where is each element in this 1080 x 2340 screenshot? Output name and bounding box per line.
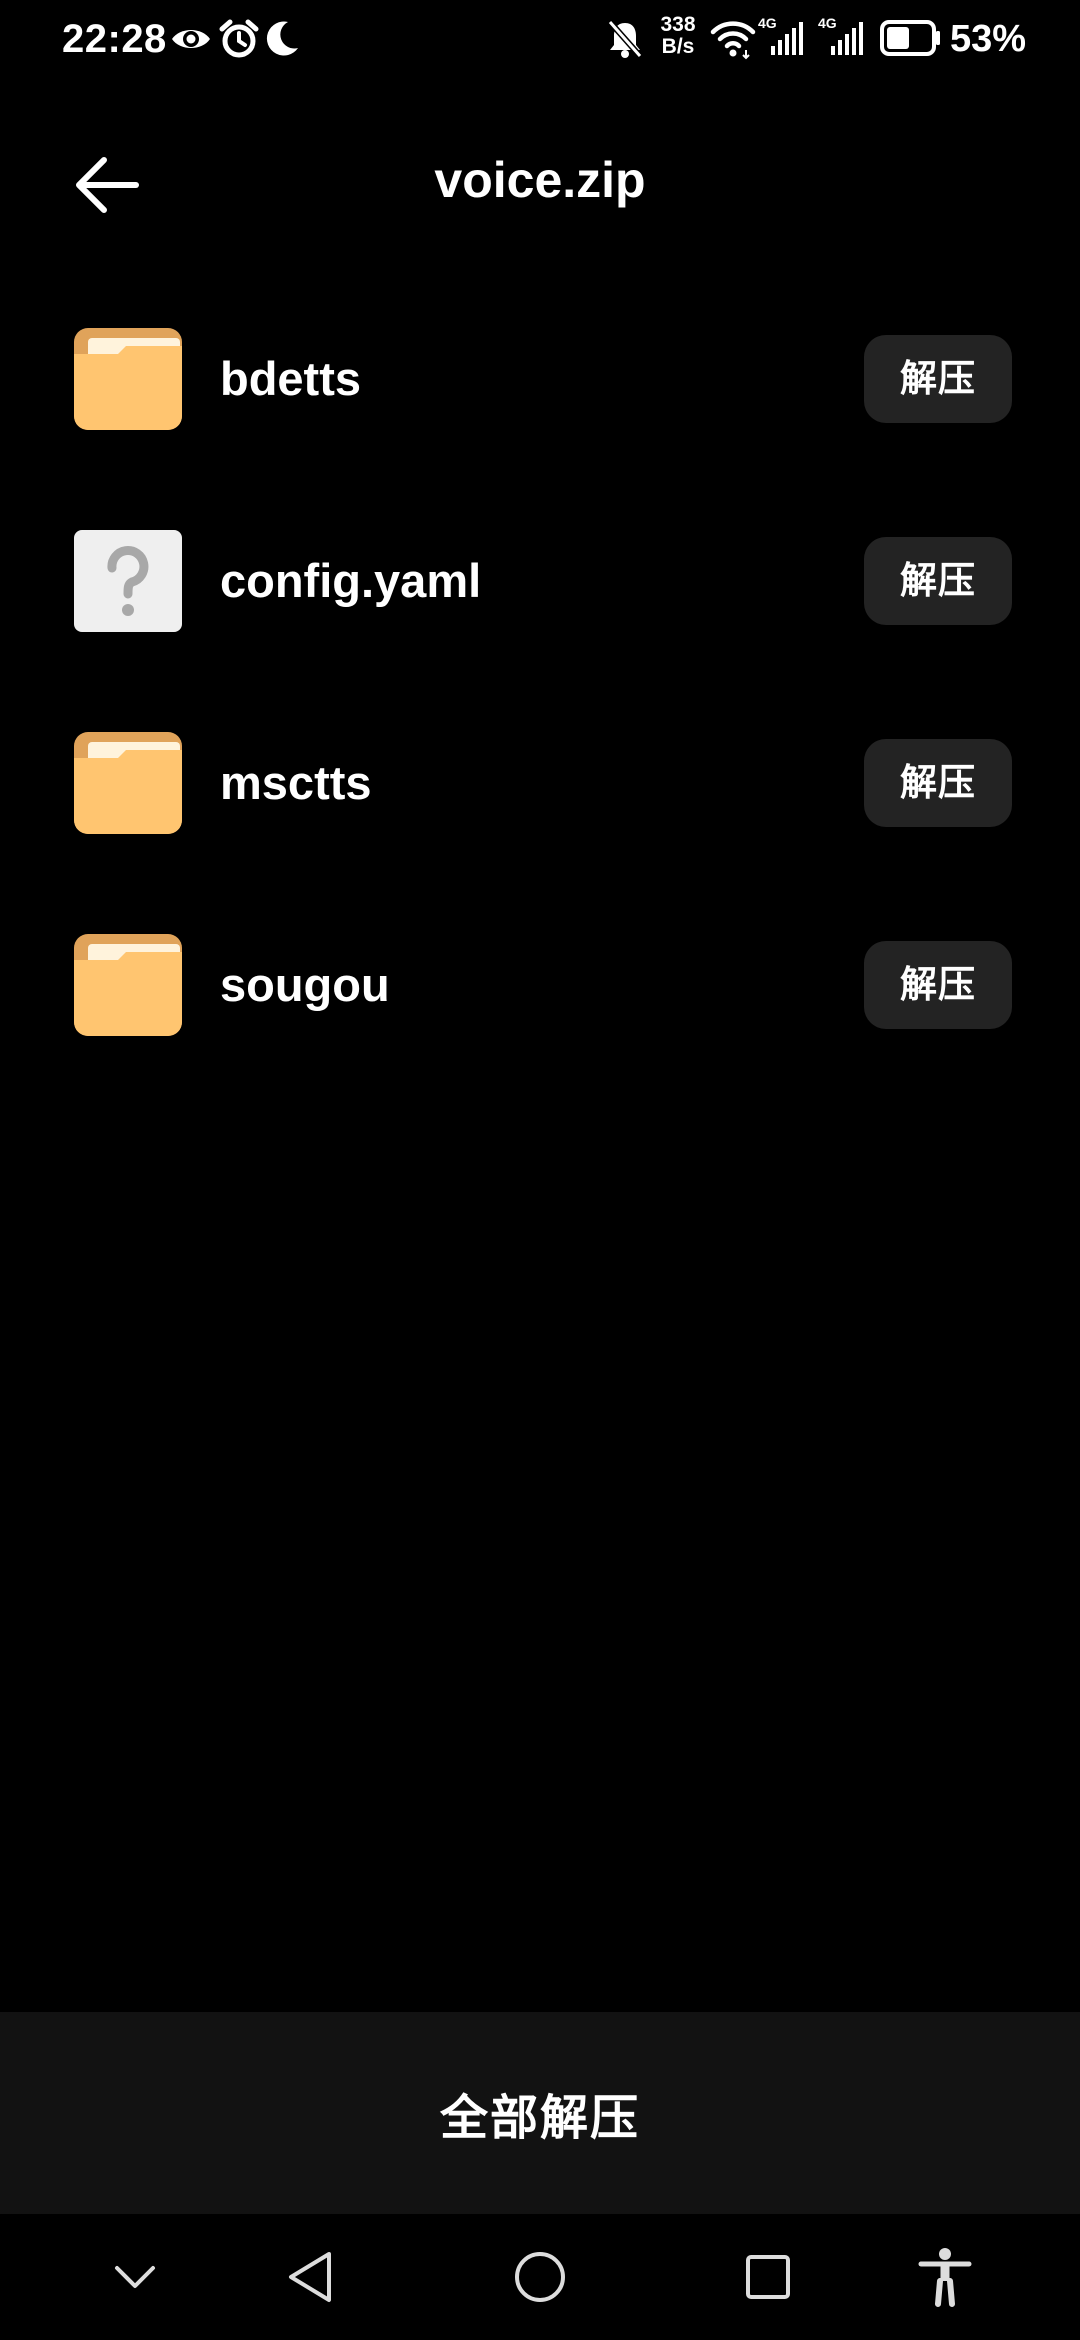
page-title: voice.zip xyxy=(434,152,646,208)
extract-button[interactable]: 解压 xyxy=(864,941,1012,1029)
back-nav-button[interactable] xyxy=(270,2237,350,2317)
extract-button[interactable]: 解压 xyxy=(864,335,1012,423)
file-name: config.yaml xyxy=(220,554,482,607)
home-circle-icon xyxy=(515,2252,565,2302)
arrow-left-icon xyxy=(76,157,139,213)
header: voice.zip xyxy=(0,120,1080,240)
extract-all-label: 全部解压 xyxy=(439,2092,640,2145)
folder-icon xyxy=(74,934,182,1036)
network-speed-unit: B/s xyxy=(661,35,695,58)
battery-icon xyxy=(880,20,940,56)
list-item[interactable]: msctts 解压 xyxy=(0,704,1080,906)
navigation-bar xyxy=(0,2214,1080,2340)
status-bar: 22:28 338 B/s 4G 4G 53% xyxy=(0,0,1080,78)
list-item[interactable]: sougou 解压 xyxy=(0,906,1080,1108)
back-button[interactable] xyxy=(62,140,152,230)
list-item[interactable]: config.yaml 解压 xyxy=(0,502,1080,704)
extract-all-button[interactable]: 全部解压 xyxy=(0,2012,1080,2214)
list-item[interactable]: bdetts 解压 xyxy=(0,300,1080,502)
moon-icon xyxy=(266,21,298,56)
chevron-down-icon xyxy=(115,2266,155,2288)
alarm-icon xyxy=(219,19,259,58)
back-triangle-icon xyxy=(289,2252,331,2302)
status-time: 22:28 xyxy=(62,17,167,61)
wifi-icon xyxy=(710,21,756,60)
accessibility-nav-button[interactable] xyxy=(905,2237,985,2317)
hide-nav-button[interactable] xyxy=(95,2237,175,2317)
file-name: msctts xyxy=(220,756,372,809)
recents-square-icon xyxy=(746,2255,790,2299)
home-nav-button[interactable] xyxy=(500,2237,580,2317)
signal-icon-2: 4G xyxy=(818,16,868,58)
recents-nav-button[interactable] xyxy=(728,2237,808,2317)
extract-button[interactable]: 解压 xyxy=(864,739,1012,827)
folder-icon xyxy=(74,328,182,430)
folder-icon xyxy=(74,732,182,834)
extract-button[interactable]: 解压 xyxy=(864,537,1012,625)
eye-icon xyxy=(172,30,210,48)
file-list: bdetts 解压 config.yaml 解压 msctts 解压 sougo… xyxy=(0,300,1080,1108)
accessibility-icon xyxy=(918,2248,972,2307)
network-speed: 338 B/s xyxy=(654,14,702,58)
network-speed-value: 338 xyxy=(660,13,696,36)
file-name: bdetts xyxy=(220,352,361,405)
unknown-file-icon xyxy=(74,530,182,632)
bell-off-icon xyxy=(607,20,643,58)
battery-percent: 53% xyxy=(950,18,1027,60)
signal-icon: 4G xyxy=(758,16,808,58)
file-name: sougou xyxy=(220,958,390,1011)
